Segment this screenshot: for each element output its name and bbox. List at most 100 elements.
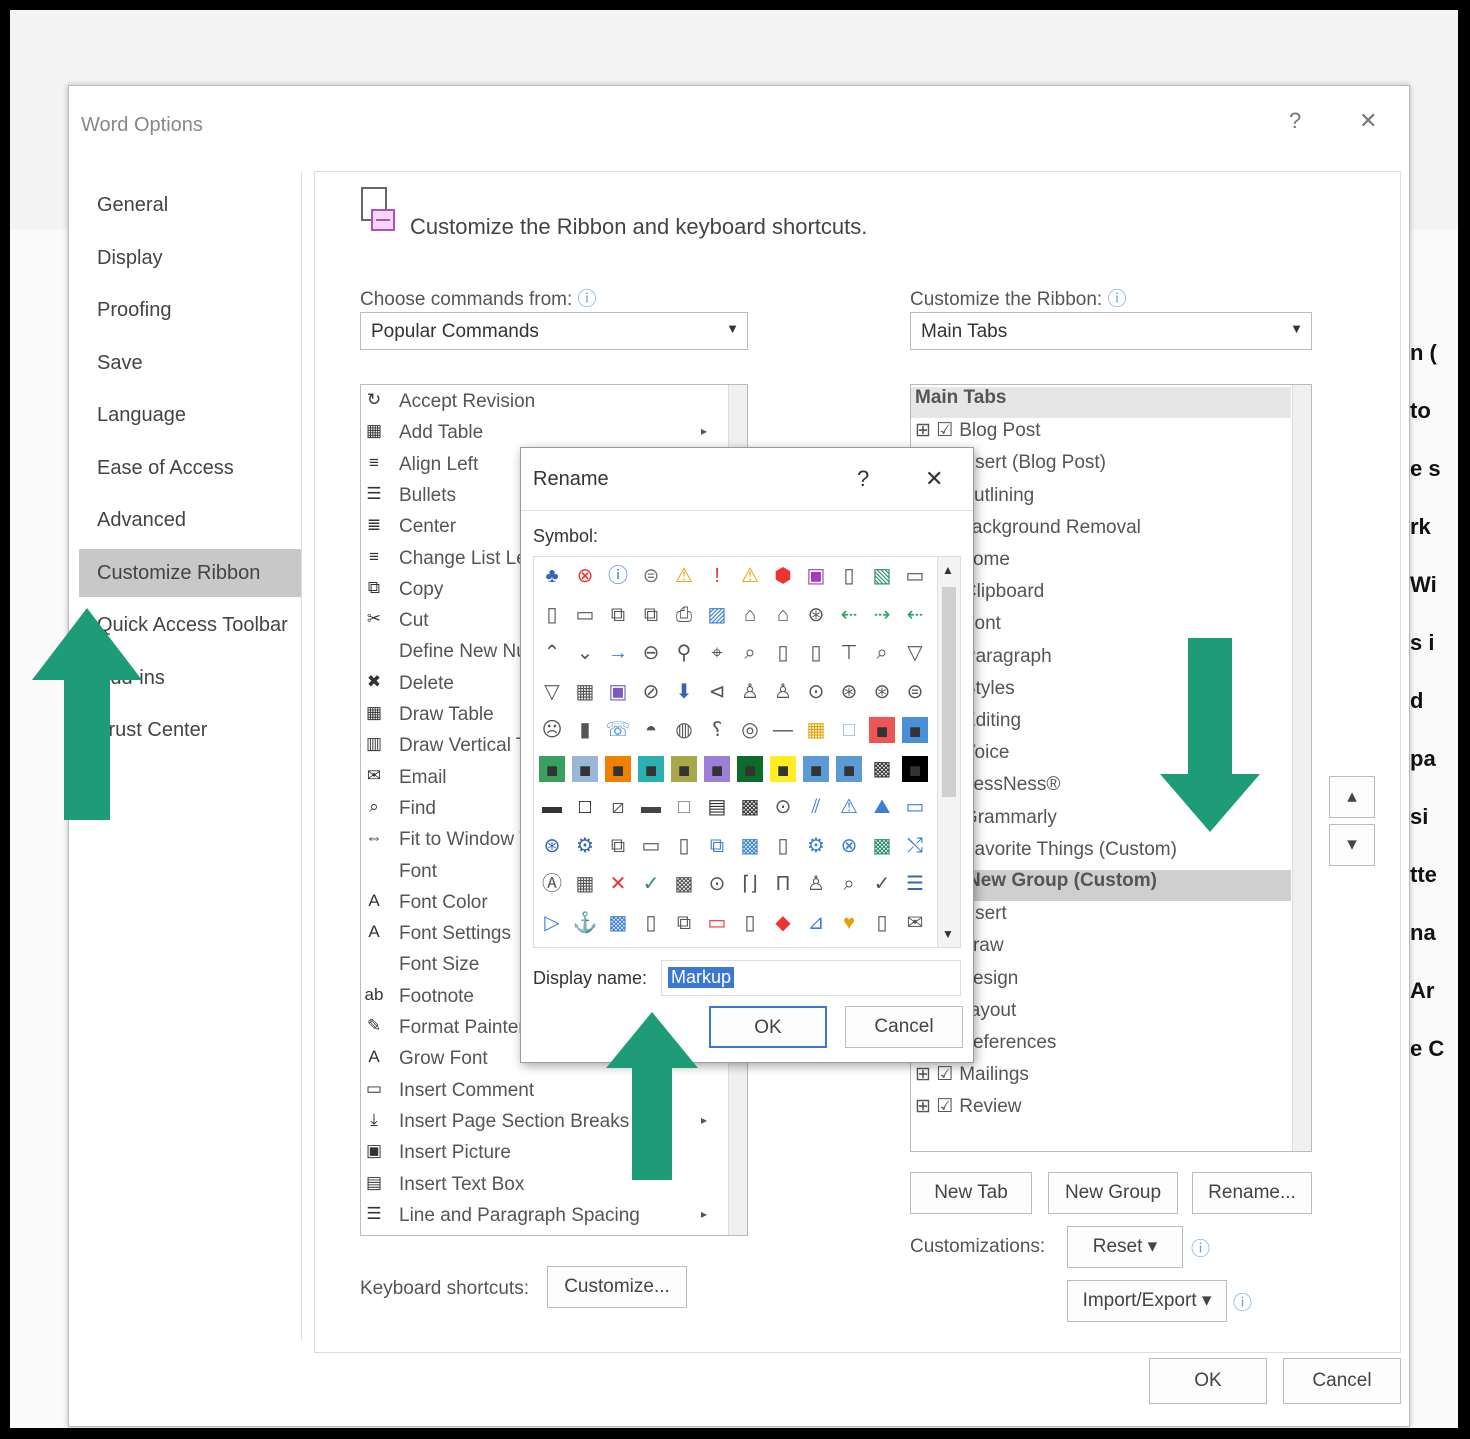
symbol-cell[interactable]: ⚲ [669, 638, 699, 668]
move-down-button[interactable]: ▾ [1329, 824, 1375, 866]
symbol-cell[interactable]: ■ [572, 755, 598, 782]
symbol-cell[interactable]: ⊙ [768, 792, 798, 822]
symbol-cell[interactable]: ▩ [735, 831, 765, 861]
symbol-cell[interactable]: ▯ [834, 561, 864, 591]
nav-item-customize-ribbon[interactable]: Customize Ribbon [79, 548, 301, 597]
symbol-cell[interactable]: ☏ [603, 715, 633, 745]
symbol-cell[interactable]: ▭ [900, 561, 930, 591]
scroll-up-icon[interactable]: ▲ [942, 563, 954, 577]
symbol-cell[interactable]: ⊛ [867, 677, 897, 707]
nav-item-language[interactable]: Language [79, 391, 301, 439]
symbol-cell[interactable]: ⊙ [801, 677, 831, 707]
symbol-cell[interactable]: ♙ [735, 677, 765, 707]
symbol-cell[interactable]: ⊜ [636, 561, 666, 591]
symbol-cell[interactable]: □ [669, 792, 699, 822]
nav-item-save[interactable]: Save [79, 339, 301, 387]
symbol-cell[interactable]: ▬ [537, 792, 567, 822]
symbol-cell[interactable]: ! [702, 561, 732, 591]
symbol-cell[interactable]: ■ [704, 755, 730, 782]
symbol-cell[interactable]: ✕ [603, 869, 633, 899]
symbol-cell[interactable]: ⌖ [702, 638, 732, 668]
symbol-cell[interactable]: ⧉ [669, 908, 699, 938]
tree-item[interactable]: ⊞ ☑ Blog Post [911, 419, 1291, 450]
symbol-cell[interactable]: ⚙ [570, 831, 600, 861]
symbol-cell[interactable]: ▯ [867, 908, 897, 938]
reset-button[interactable]: Reset ▾ [1067, 1226, 1183, 1268]
symbol-cell[interactable]: ■ [605, 755, 631, 782]
symbol-cell[interactable]: ✉ [900, 908, 930, 938]
symbol-cell[interactable]: ☰ [900, 869, 930, 899]
customize-ribbon-dropdown[interactable]: Main Tabs ▼ [910, 312, 1312, 350]
symbol-cell[interactable]: ⫽ [801, 792, 831, 822]
symbol-cell[interactable]: ▤ [702, 792, 732, 822]
symbol-cell[interactable]: ♥ [834, 908, 864, 938]
symbol-cell[interactable]: ♙ [768, 677, 798, 707]
symbol-cell[interactable]: ■ [803, 755, 829, 782]
symbol-cell[interactable]: ♙ [801, 869, 831, 899]
symbol-cell[interactable]: ■ [539, 755, 565, 782]
symbol-cell[interactable]: ◍ [669, 715, 699, 745]
tree-item[interactable]: ⊞ ☑ Review [911, 1095, 1291, 1126]
symbol-cell[interactable]: ⊛ [537, 831, 567, 861]
symbol-cell[interactable]: ▣ [801, 561, 831, 591]
symbol-cell[interactable]: ▽ [537, 677, 567, 707]
scroll-down-icon[interactable]: ▼ [942, 927, 954, 941]
symbol-cell[interactable]: ⇢ [867, 600, 897, 630]
symbol-cell[interactable]: ⎙ [669, 600, 699, 630]
help-icon[interactable]: ? [857, 466, 869, 492]
new-group-button[interactable]: New Group [1048, 1172, 1178, 1214]
symbol-cell[interactable]: ◎ [735, 715, 765, 745]
symbol-cell[interactable]: ⌕ [834, 869, 864, 899]
expand-checkbox-icon[interactable]: ⊞ ☑ [915, 420, 953, 441]
symbol-cell[interactable]: ■ [671, 755, 697, 782]
symbol-cell[interactable]: ⚠ [669, 561, 699, 591]
symbol-cell[interactable]: Ⓐ [537, 869, 567, 899]
close-icon[interactable]: ✕ [1359, 108, 1377, 134]
nav-item-proofing[interactable]: Proofing [79, 286, 301, 334]
symbol-cell[interactable]: ▭ [636, 831, 666, 861]
symbol-cell[interactable]: ▷ [537, 908, 567, 938]
expand-checkbox-icon[interactable]: ⊞ ☑ [915, 1096, 953, 1117]
tree-header[interactable]: Main Tabs [911, 387, 1291, 418]
symbol-cell[interactable]: □ [570, 792, 600, 822]
symbol-cell[interactable]: ▯ [768, 831, 798, 861]
symbol-cell[interactable]: ▩ [603, 908, 633, 938]
symbol-cell[interactable]: ♣ [537, 561, 567, 591]
symbol-cell[interactable]: Π [768, 869, 798, 899]
symbol-cell[interactable]: ◓ [636, 715, 666, 745]
symbol-cell[interactable]: ■ [902, 717, 928, 743]
command-item[interactable]: ↻ Accept Revision [361, 387, 721, 418]
tree-item[interactable]: ⊞ ☑ Mailings [911, 1063, 1291, 1094]
symbol-cell[interactable]: ⌂ [768, 600, 798, 630]
symbol-cell[interactable]: ▯ [669, 831, 699, 861]
symbol-scrollbar[interactable]: ▲ ▼ [937, 557, 960, 947]
nav-item-general[interactable]: General [79, 181, 301, 229]
symbol-cell[interactable]: ⧄ [603, 792, 633, 822]
symbol-cell[interactable]: ⊛ [801, 600, 831, 630]
symbol-cell[interactable]: ⊿ [801, 908, 831, 938]
symbol-cell[interactable]: ▦ [570, 869, 600, 899]
symbol-cell[interactable]: ⇠ [834, 600, 864, 630]
display-name-field[interactable]: Markup [661, 960, 961, 996]
rename-button[interactable]: Rename... [1192, 1172, 1312, 1214]
symbol-cell[interactable]: ■ [836, 755, 862, 782]
symbol-cell[interactable]: ⚠ [834, 792, 864, 822]
symbol-cell[interactable]: ⌈⌋ [735, 869, 765, 899]
symbol-cell[interactable]: ⊗ [570, 561, 600, 591]
import-export-button[interactable]: Import/Export ▾ [1067, 1280, 1227, 1322]
symbol-cell[interactable]: ◆ [768, 908, 798, 938]
symbol-cell[interactable]: ■ [902, 755, 928, 782]
symbol-cell[interactable]: ▧ [867, 561, 897, 591]
symbol-cell[interactable]: ■ [869, 717, 895, 743]
symbol-cell[interactable]: ⤭ [900, 831, 930, 861]
symbol-cell[interactable]: ⊲ [702, 677, 732, 707]
symbol-cell[interactable]: ▯ [801, 638, 831, 668]
nav-item-ease-of-access[interactable]: Ease of Access [79, 444, 301, 492]
symbol-cell[interactable]: ▦ [801, 715, 831, 745]
symbol-cell[interactable]: ▣ [603, 677, 633, 707]
cancel-button[interactable]: Cancel [1283, 1358, 1401, 1404]
symbol-cell[interactable]: ▯ [768, 638, 798, 668]
symbol-cell[interactable]: ■ [770, 755, 796, 782]
symbol-cell[interactable]: ⊘ [636, 677, 666, 707]
help-icon[interactable]: ? [1289, 108, 1301, 134]
